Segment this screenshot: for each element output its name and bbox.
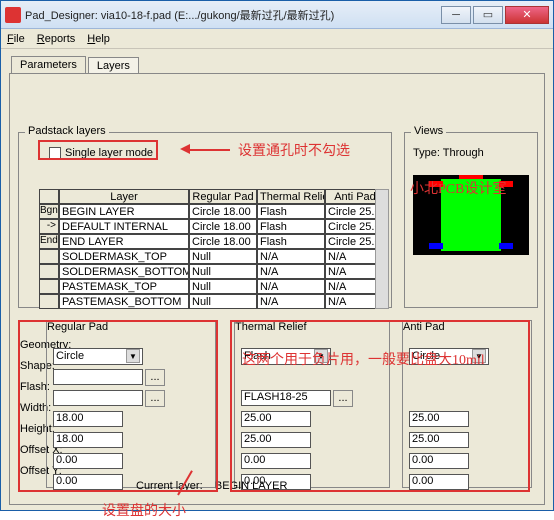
anti-offy-input[interactable]: 0.00 <box>409 474 469 490</box>
window-title: Pad_Designer: via10-18-f.pad (E:.../guko… <box>25 7 441 23</box>
close-button[interactable]: ✕ <box>505 6 549 24</box>
tab-layers[interactable]: Layers <box>88 57 139 74</box>
anti-geometry-combo[interactable]: Circle▼ <box>409 348 489 365</box>
tabbar: Parameters Layers <box>11 53 545 73</box>
thermal-height-input[interactable]: 25.00 <box>241 432 311 448</box>
titlebar: Pad_Designer: via10-18-f.pad (E:.../guko… <box>1 1 553 29</box>
app-icon <box>5 7 21 23</box>
thermal-relief-group: Thermal Relief Flash▼ FLASH18-25... 25.0… <box>234 320 390 488</box>
col-thermal: Thermal Relief <box>257 189 325 204</box>
current-layer: Current layer: BEGIN LAYER <box>136 480 287 492</box>
views-group: Views Type: Through <box>404 132 538 308</box>
thermal-flash-input[interactable]: FLASH18-25 <box>241 390 331 406</box>
app-window: Pad_Designer: via10-18-f.pad (E:.../guko… <box>0 0 554 511</box>
chevron-down-icon: ▼ <box>472 349 486 363</box>
menu-file[interactable]: File <box>7 33 25 45</box>
regular-height-input[interactable]: 18.00 <box>53 432 123 448</box>
thermal-flash-browse[interactable]: ... <box>333 390 353 407</box>
single-layer-mode-label: Single layer mode <box>65 147 153 159</box>
regular-pad-group: Regular Pad Circle▼ ... ... 18.00 18.00 … <box>46 320 216 488</box>
regular-shape-input[interactable] <box>53 369 143 385</box>
chevron-down-icon: ▼ <box>314 349 328 363</box>
pad-editors: Geometry: Shape: Flash: Width: Height: O… <box>18 320 538 490</box>
regular-geometry-combo[interactable]: Circle▼ <box>53 348 143 365</box>
table-cell[interactable]: BEGIN LAYER <box>59 204 189 219</box>
anti-offx-input[interactable]: 0.00 <box>409 453 469 469</box>
maximize-button[interactable]: ▭ <box>473 6 503 24</box>
tab-panel: Padstack layers Single layer mode Layer … <box>9 73 545 505</box>
regular-flash-input[interactable] <box>53 390 143 406</box>
table-scrollbar[interactable] <box>375 189 389 309</box>
annotation-text-4: 设置盘的大小 <box>102 500 186 520</box>
chevron-down-icon: ▼ <box>126 349 140 363</box>
col-layer: Layer <box>59 189 189 204</box>
thermal-offx-input[interactable]: 0.00 <box>241 453 311 469</box>
thermal-geometry-combo[interactable]: Flash▼ <box>241 348 331 365</box>
single-layer-mode-checkbox[interactable] <box>49 147 61 159</box>
thermal-width-input[interactable]: 25.00 <box>241 411 311 427</box>
regular-shape-browse[interactable]: ... <box>145 369 165 386</box>
menu-help[interactable]: Help <box>87 33 110 45</box>
padstack-group: Padstack layers Single layer mode Layer … <box>18 132 392 308</box>
regular-offx-input[interactable]: 0.00 <box>53 453 123 469</box>
anti-width-input[interactable]: 25.00 <box>409 411 469 427</box>
padstack-legend: Padstack layers <box>25 125 109 137</box>
tab-parameters[interactable]: Parameters <box>11 56 86 73</box>
views-canvas <box>413 175 529 255</box>
menubar: File Reports Help <box>1 29 553 49</box>
regular-width-input[interactable]: 18.00 <box>53 411 123 427</box>
menu-reports[interactable]: Reports <box>37 33 76 45</box>
col-regular: Regular Pad <box>189 189 257 204</box>
views-type-label: Type: <box>413 147 440 159</box>
minimize-button[interactable]: ─ <box>441 6 471 24</box>
anti-height-input[interactable]: 25.00 <box>409 432 469 448</box>
anti-pad-group: Anti Pad Circle▼ 25.00 25.00 0.00 0.00 <box>402 320 532 488</box>
views-type-value: Through <box>443 147 484 159</box>
regular-offy-input[interactable]: 0.00 <box>53 474 123 490</box>
views-legend: Views <box>411 125 446 137</box>
layer-table: Layer Regular Pad Thermal Relief Anti Pa… <box>39 189 389 309</box>
client-area: Parameters Layers Padstack layers Single… <box>1 49 553 510</box>
regular-flash-browse[interactable]: ... <box>145 390 165 407</box>
